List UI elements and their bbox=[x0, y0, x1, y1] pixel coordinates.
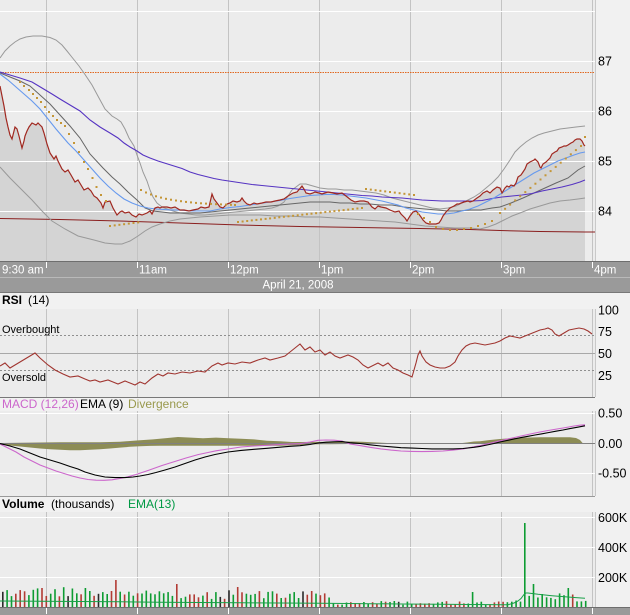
svg-text:-0.50: -0.50 bbox=[598, 467, 627, 481]
svg-text:400K: 400K bbox=[598, 541, 628, 555]
svg-text:600K: 600K bbox=[598, 511, 628, 525]
svg-text:86: 86 bbox=[598, 105, 612, 119]
svg-text:100: 100 bbox=[598, 304, 619, 318]
svg-text:200K: 200K bbox=[598, 571, 628, 585]
svg-text:4pm: 4pm bbox=[594, 265, 616, 277]
svg-text:April 21, 2008: April 21, 2008 bbox=[263, 280, 334, 292]
svg-text:84: 84 bbox=[598, 205, 612, 219]
svg-text:12pm: 12pm bbox=[230, 265, 259, 277]
svg-text:50: 50 bbox=[598, 347, 612, 361]
svg-text:Oversold: Oversold bbox=[2, 372, 46, 384]
svg-text:9:30 am: 9:30 am bbox=[2, 265, 44, 277]
svg-text:85: 85 bbox=[598, 155, 612, 169]
svg-text:Overbought: Overbought bbox=[2, 324, 59, 336]
svg-text:2pm: 2pm bbox=[412, 265, 434, 277]
svg-text:75: 75 bbox=[598, 325, 612, 339]
svg-text:1pm: 1pm bbox=[321, 265, 343, 277]
svg-text:25: 25 bbox=[598, 369, 612, 383]
svg-text:3pm: 3pm bbox=[503, 265, 525, 277]
svg-text:0.50: 0.50 bbox=[598, 407, 622, 421]
svg-text:87: 87 bbox=[598, 55, 612, 69]
svg-text:0.00: 0.00 bbox=[598, 437, 622, 451]
svg-text:11am: 11am bbox=[139, 265, 167, 277]
svg-text:Volume(thousands)EMA(13): Volume(thousands)EMA(13) bbox=[2, 497, 175, 511]
svg-text:MACD (12,26)EMA (9)Divergence: MACD (12,26)EMA (9)Divergence bbox=[2, 397, 189, 411]
